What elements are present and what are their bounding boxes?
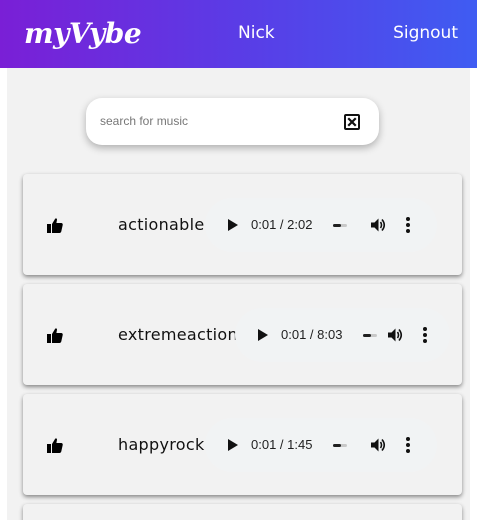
time-display: 0:01 / 2:02 <box>251 217 313 232</box>
song-card: extremeaction 0:01 / 8:03 <box>23 284 462 385</box>
song-card: happyrock 0:01 / 1:45 <box>23 394 462 495</box>
volume-icon[interactable] <box>386 326 404 344</box>
audio-player: 0:01 / 2:02 <box>205 198 437 252</box>
seek-progress <box>333 444 342 447</box>
play-icon[interactable] <box>227 438 239 452</box>
more-options-icon[interactable] <box>405 216 411 234</box>
time-display: 0:01 / 8:03 <box>281 327 343 342</box>
thumbs-up-icon[interactable] <box>47 438 63 453</box>
thumbs-up-icon[interactable] <box>47 328 63 343</box>
seek-slider[interactable] <box>333 224 347 227</box>
main-content: actionable 0:01 / 2:02 extremeaction <box>7 68 470 520</box>
song-card: actionable 0:01 / 2:02 <box>23 174 462 275</box>
play-icon[interactable] <box>227 218 239 232</box>
seek-slider[interactable] <box>333 444 347 447</box>
signout-link[interactable]: Signout <box>393 22 458 44</box>
app-logo[interactable]: myVybe <box>24 16 142 52</box>
search-bar <box>86 98 379 145</box>
volume-icon[interactable] <box>369 216 387 234</box>
song-title: extremeaction <box>118 325 238 344</box>
seek-slider[interactable] <box>363 334 377 337</box>
song-card-partial <box>23 504 462 520</box>
audio-player: 0:01 / 8:03 <box>235 308 450 362</box>
more-options-icon[interactable] <box>405 436 411 454</box>
seek-progress <box>333 224 342 227</box>
song-title: happyrock <box>118 435 205 454</box>
clear-search-icon[interactable] <box>344 114 360 130</box>
more-options-icon[interactable] <box>422 326 428 344</box>
time-display: 0:01 / 1:45 <box>251 437 313 452</box>
song-title: actionable <box>118 215 205 234</box>
play-icon[interactable] <box>257 328 269 342</box>
search-input[interactable] <box>100 110 336 132</box>
user-name: Nick <box>238 23 275 43</box>
audio-player: 0:01 / 1:45 <box>205 418 437 472</box>
volume-icon[interactable] <box>369 436 387 454</box>
seek-progress <box>363 334 372 337</box>
top-navbar: myVybe Nick Signout <box>0 0 477 68</box>
thumbs-up-icon[interactable] <box>47 218 63 233</box>
